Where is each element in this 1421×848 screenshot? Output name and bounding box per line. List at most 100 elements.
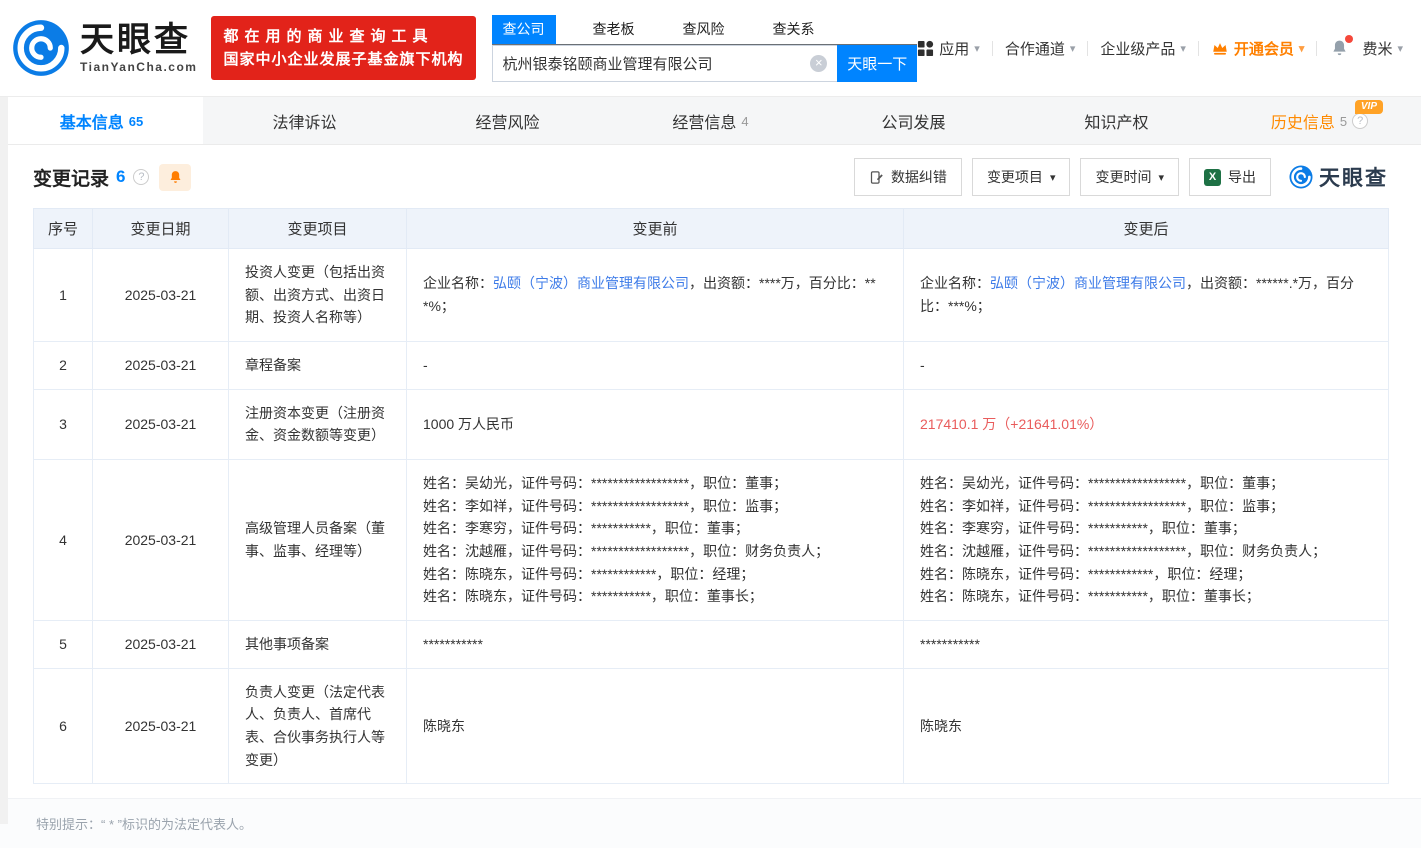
chevron-down-icon: ▾ — [1050, 171, 1056, 184]
col-header-date: 变更日期 — [93, 209, 229, 249]
tianyancha-logo[interactable]: 天眼查 TianYanCha.com — [12, 19, 197, 77]
slogan-line1: 都在用的商业查询工具 — [223, 25, 463, 48]
divider — [1087, 41, 1088, 56]
cell-item: 章程备案 — [229, 342, 407, 390]
cell-no: 4 — [34, 460, 93, 621]
cell-after: 企业名称：弘颐（宁波）商业管理有限公司，出资额：******.*万，百分比：**… — [904, 249, 1389, 342]
manager-line: 姓名：陈晓东，证件号码：************，职位：经理； — [920, 563, 1372, 586]
tab-label: 法律诉讼 — [272, 109, 336, 133]
tab-intellectual-property[interactable]: 知识产权 — [1015, 97, 1218, 144]
section-count: 6 — [116, 167, 125, 187]
search-button[interactable]: 天眼一下 — [837, 45, 917, 82]
search-tab-relation[interactable]: 查关系 — [762, 15, 826, 44]
cell-after: 陈晓东 — [904, 668, 1389, 784]
cell-before: - — [407, 342, 904, 390]
tab-label: 基本信息 — [60, 109, 124, 133]
divider — [1316, 41, 1317, 56]
cell-item: 负责人变更（法定代表人、负责人、首席代表、合伙事务执行人等变更） — [229, 668, 407, 784]
edit-document-icon — [869, 170, 884, 185]
tab-basic-info[interactable]: 基本信息 65 — [0, 97, 203, 144]
after-text: 企业名称： — [920, 275, 990, 291]
cell-date: 2025-03-21 — [93, 668, 229, 784]
search-tab-boss[interactable]: 查老板 — [582, 15, 646, 44]
cell-after: - — [904, 342, 1389, 390]
company-link[interactable]: 弘颐（宁波）商业管理有限公司 — [493, 275, 689, 291]
top-header: 天眼查 TianYanCha.com 都在用的商业查询工具 国家中小企业发展子基… — [0, 0, 1421, 96]
manager-line: 姓名：沈越雁，证件号码：******************，职位：财务负责人； — [920, 540, 1372, 563]
manager-line: 姓名：李如祥，证件号码：******************，职位：监事； — [423, 495, 887, 518]
cell-before: 1000 万人民币 — [407, 389, 904, 459]
help-icon[interactable]: ? — [1352, 113, 1368, 129]
clear-icon[interactable]: × — [810, 55, 827, 72]
special-note: 特别提示：“ * ”标识的为法定代表人。 — [0, 798, 1421, 848]
nav-open-vip[interactable]: 开通会员 ▾ — [1211, 38, 1305, 59]
vip-badge: VIP — [1355, 100, 1383, 114]
col-header-item: 变更项目 — [229, 209, 407, 249]
monitor-bell-button[interactable] — [159, 164, 191, 191]
tab-count: 5 — [1340, 114, 1347, 129]
export-button[interactable]: X 导出 — [1189, 158, 1271, 196]
nav-apps-label: 应用 — [939, 38, 969, 59]
tab-business-info[interactable]: 经营信息 4 — [609, 97, 812, 144]
tab-label: 经营风险 — [475, 109, 539, 133]
cell-no: 6 — [34, 668, 93, 784]
left-scrollbar-track[interactable] — [0, 97, 8, 824]
tab-operation-risk[interactable]: 经营风险 — [406, 97, 609, 144]
cell-item: 高级管理人员备案（董事、监事、经理等） — [229, 460, 407, 621]
nav-partner[interactable]: 合作通道 ▾ — [1005, 38, 1076, 59]
cell-after-capital-increase: 217410.1 万（+21641.01%） — [904, 389, 1389, 459]
button-label: 导出 — [1228, 167, 1256, 187]
notification-bell[interactable] — [1329, 38, 1350, 59]
button-label: 数据纠错 — [891, 167, 947, 187]
change-record-table: 序号 变更日期 变更项目 变更前 变更后 1 2025-03-21 投资人变更（… — [33, 208, 1388, 784]
manager-line: 姓名：李寒穷，证件号码：***********，职位：董事； — [423, 517, 887, 540]
button-label: 变更时间 — [1095, 167, 1151, 187]
nav-partner-label: 合作通道 — [1005, 38, 1065, 59]
top-nav: 应用 ▾ 合作通道 ▾ 企业级产品 ▾ 开通会员 ▾ — [917, 38, 1403, 59]
divider — [1198, 41, 1199, 56]
app-grid-icon — [917, 40, 934, 57]
table-row: 3 2025-03-21 注册资本变更（注册资金、资金数额等变更） 1000 万… — [34, 389, 1389, 459]
cell-date: 2025-03-21 — [93, 389, 229, 459]
chevron-down-icon: ▾ — [1299, 42, 1305, 55]
change-record-header: 变更记录 6 ? 数据纠错 变更项目 ▾ 变更时间 ▾ X 导出 — [0, 145, 1421, 205]
tab-label: 历史信息 — [1271, 109, 1335, 133]
cell-no: 2 — [34, 342, 93, 390]
help-icon[interactable]: ? — [133, 169, 149, 185]
change-time-filter[interactable]: 变更时间 ▾ — [1080, 158, 1179, 196]
nav-user-label: 费米 — [1362, 38, 1392, 59]
crown-icon — [1211, 39, 1229, 57]
cell-before: *********** — [407, 621, 904, 669]
nav-apps[interactable]: 应用 ▾ — [917, 38, 980, 59]
nav-enterprise[interactable]: 企业级产品 ▾ — [1100, 38, 1186, 59]
search-tab-company[interactable]: 查公司 — [492, 15, 556, 44]
tianyancha-logo-icon — [1289, 165, 1313, 189]
cell-no: 3 — [34, 389, 93, 459]
nav-user[interactable]: 费米 ▾ — [1362, 38, 1403, 59]
company-tabbar: 基本信息 65 法律诉讼 经营风险 经营信息 4 公司发展 知识产权 VIP 历… — [0, 96, 1421, 145]
cell-no: 5 — [34, 621, 93, 669]
tianyancha-logo-icon — [12, 19, 70, 77]
change-project-filter[interactable]: 变更项目 ▾ — [972, 158, 1071, 196]
search-tab-risk[interactable]: 查风险 — [672, 15, 736, 44]
tab-company-development[interactable]: 公司发展 — [812, 97, 1015, 144]
tab-label: 知识产权 — [1084, 109, 1148, 133]
manager-line: 姓名：陈晓东，证件号码：***********，职位：董事长； — [423, 585, 887, 608]
manager-line: 姓名：李如祥，证件号码：******************，职位：监事； — [920, 495, 1372, 518]
col-header-no: 序号 — [34, 209, 93, 249]
table-row: 4 2025-03-21 高级管理人员备案（董事、监事、经理等） 姓名：吴幼光，… — [34, 460, 1389, 621]
cell-before: 企业名称：弘颐（宁波）商业管理有限公司，出资额：****万，百分比：***%； — [407, 249, 904, 342]
table-row: 5 2025-03-21 其他事项备案 *********** ********… — [34, 621, 1389, 669]
search-input[interactable] — [492, 45, 838, 82]
company-link[interactable]: 弘颐（宁波）商业管理有限公司 — [990, 275, 1186, 291]
manager-line: 姓名：沈越雁，证件号码：******************，职位：财务负责人； — [423, 540, 887, 563]
table-row: 2 2025-03-21 章程备案 - - — [34, 342, 1389, 390]
data-correction-button[interactable]: 数据纠错 — [854, 158, 962, 196]
search-tabs: 查公司 查老板 查风险 查关系 — [492, 15, 918, 45]
col-header-after: 变更后 — [904, 209, 1389, 249]
tab-history-info[interactable]: VIP 历史信息 5 ? — [1218, 97, 1421, 144]
tab-legal-litigation[interactable]: 法律诉讼 — [203, 97, 406, 144]
tab-count: 4 — [741, 114, 748, 129]
tab-label: 公司发展 — [881, 109, 945, 133]
before-text: 企业名称： — [423, 275, 493, 291]
